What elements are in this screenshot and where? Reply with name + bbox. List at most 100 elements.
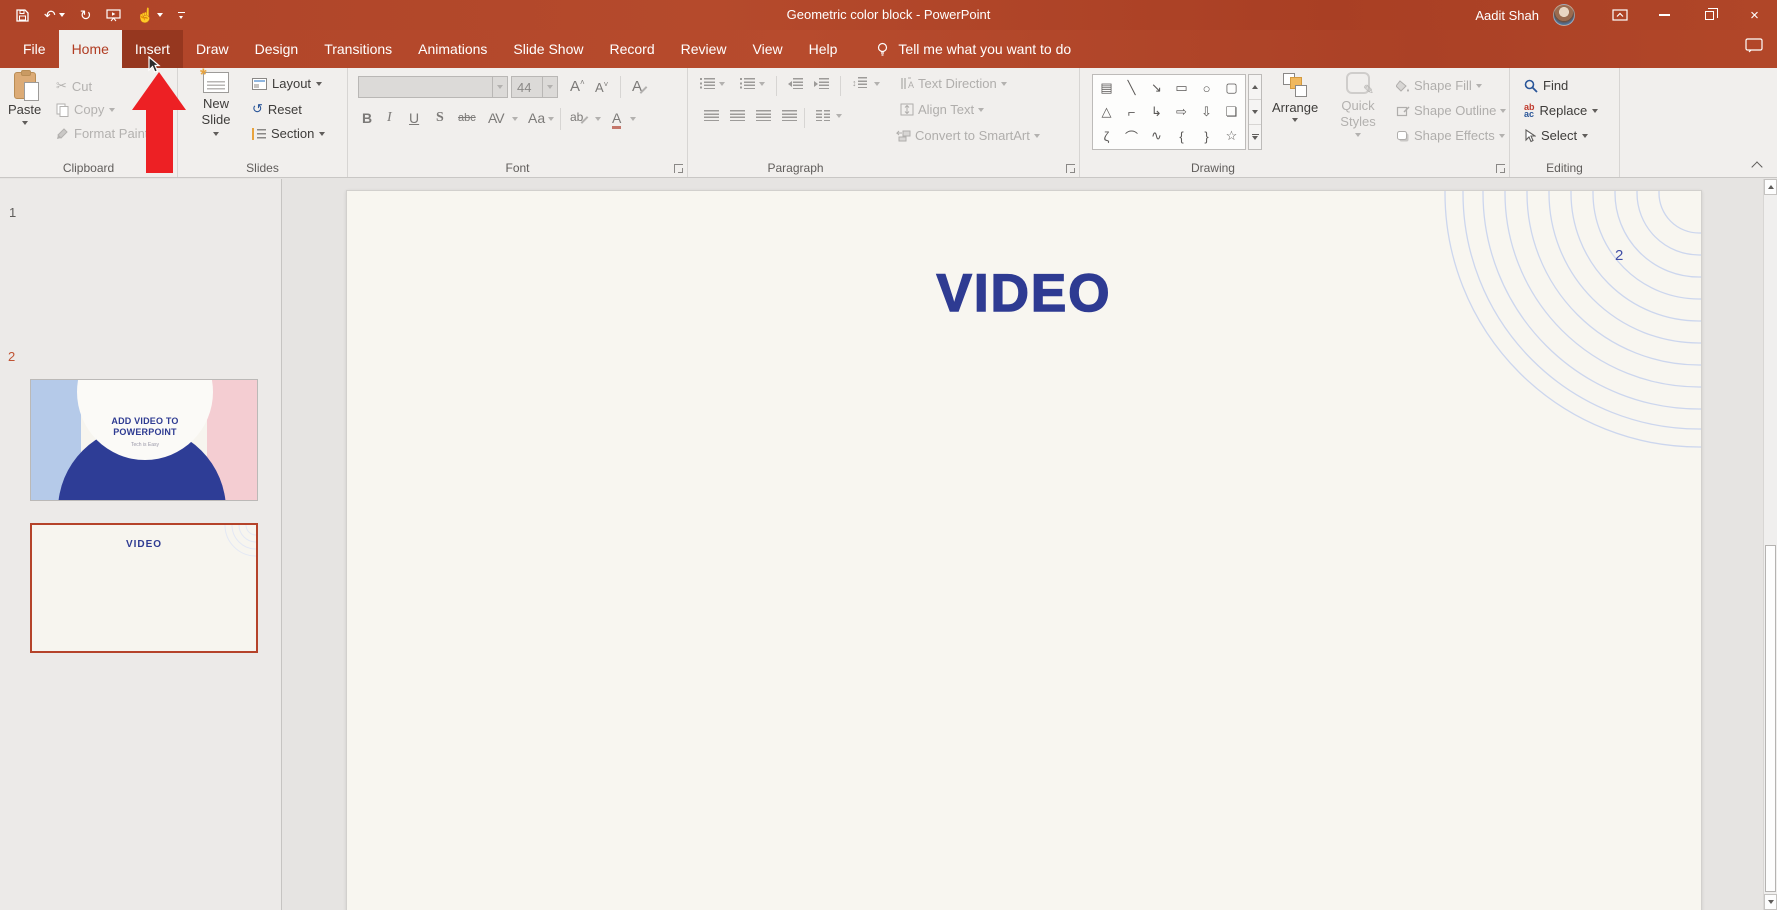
font-name-dropdown[interactable]: [493, 76, 508, 98]
shapes-gallery-more-button[interactable]: [1249, 125, 1261, 149]
line-spacing-button[interactable]: ↕: [852, 77, 867, 88]
tab-help[interactable]: Help: [796, 30, 851, 68]
touch-mode-dropdown-caret[interactable]: [157, 13, 163, 17]
tab-review[interactable]: Review: [668, 30, 740, 68]
select-dropdown-caret[interactable]: [1582, 134, 1588, 138]
select-button[interactable]: Select: [1524, 128, 1588, 143]
shape-down-arrow-icon[interactable]: ⇩: [1194, 100, 1219, 124]
shape-elbow-connector-icon[interactable]: ⌐: [1119, 100, 1144, 124]
numbering-dropdown-caret[interactable]: [759, 82, 765, 86]
align-right-button[interactable]: [756, 110, 771, 121]
shape-line-icon[interactable]: ╲: [1119, 76, 1144, 100]
shape-outline-button[interactable]: Shape Outline: [1396, 103, 1506, 118]
font-size-combo[interactable]: 44: [511, 76, 558, 98]
replace-button[interactable]: abac Replace: [1524, 103, 1598, 118]
paste-button[interactable]: Paste: [8, 72, 41, 125]
scroll-down-button[interactable]: [1764, 894, 1777, 910]
scrollbar-thumb[interactable]: [1765, 545, 1776, 892]
arrange-dropdown-caret[interactable]: [1292, 118, 1298, 122]
bold-button[interactable]: B: [362, 110, 372, 126]
shrink-font-button[interactable]: A˅: [595, 80, 608, 95]
save-button[interactable]: [16, 9, 29, 22]
align-text-dropdown-caret[interactable]: [978, 108, 984, 112]
text-shadow-button[interactable]: S: [436, 110, 444, 126]
character-spacing-button[interactable]: AV: [488, 110, 504, 126]
shape-text-box-icon[interactable]: ▤: [1094, 76, 1119, 100]
shape-rectangle-icon[interactable]: ▭: [1169, 76, 1194, 100]
slide-canvas[interactable]: 2 VIDEO: [346, 190, 1702, 910]
redo-button[interactable]: ↻: [80, 8, 92, 22]
decrease-indent-button[interactable]: [788, 78, 803, 89]
shape-effects-button[interactable]: Shape Effects: [1396, 128, 1505, 143]
font-size-value[interactable]: 44: [511, 76, 543, 98]
new-slide-button[interactable]: * New Slide: [188, 72, 244, 136]
shape-rounded-rectangle-icon[interactable]: ▢: [1219, 76, 1244, 100]
layout-button[interactable]: Layout: [252, 76, 322, 91]
font-name-value[interactable]: [358, 76, 493, 98]
account-name[interactable]: Aadit Shah: [1475, 8, 1539, 23]
font-color-button[interactable]: A: [612, 110, 621, 126]
font-name-combo[interactable]: [358, 76, 508, 98]
paste-dropdown-caret[interactable]: [22, 121, 28, 125]
shape-right-brace-icon[interactable]: }: [1194, 124, 1219, 148]
slide-1-thumbnail[interactable]: ADD VIDEO TO POWERPOINT Tech is Easy: [30, 379, 258, 501]
section-button[interactable]: Section: [252, 126, 325, 141]
tab-animations[interactable]: Animations: [405, 30, 500, 68]
shape-oval-icon[interactable]: ○: [1194, 76, 1219, 100]
change-case-dropdown-caret[interactable]: [548, 117, 554, 121]
new-slide-dropdown-caret[interactable]: [213, 132, 219, 136]
slide-title-text[interactable]: VIDEO: [347, 263, 1701, 324]
paragraph-dialog-launcher[interactable]: [1066, 164, 1075, 173]
text-highlight-dropdown-caret[interactable]: [595, 117, 601, 121]
cut-button[interactable]: ✂ Cut: [56, 78, 92, 94]
tab-home[interactable]: Home: [59, 30, 122, 68]
format-painter-button[interactable]: Format Painter: [56, 126, 150, 141]
shapes-scroll-up-button[interactable]: [1249, 75, 1261, 100]
shape-fill-button[interactable]: Shape Fill: [1396, 78, 1482, 93]
scroll-up-button[interactable]: [1764, 179, 1777, 195]
ribbon-display-options-button[interactable]: [1597, 0, 1642, 30]
find-button[interactable]: Find: [1524, 78, 1568, 93]
text-direction-button[interactable]: A Text Direction: [900, 76, 1007, 91]
comments-button[interactable]: [1745, 38, 1763, 58]
text-highlight-button[interactable]: ab: [570, 110, 589, 124]
justify-button[interactable]: [782, 110, 797, 121]
font-dialog-launcher[interactable]: [674, 164, 683, 173]
vertical-scrollbar[interactable]: [1763, 179, 1777, 910]
columns-button[interactable]: [816, 110, 830, 121]
tab-record[interactable]: Record: [596, 30, 667, 68]
increase-indent-button[interactable]: [814, 78, 829, 89]
copy-button[interactable]: Copy: [56, 102, 115, 117]
italic-button[interactable]: I: [387, 110, 392, 126]
reset-button[interactable]: ↺ Reset: [252, 101, 302, 117]
shape-left-brace-icon[interactable]: {: [1169, 124, 1194, 148]
shape-scribble-icon[interactable]: ζ: [1094, 124, 1119, 148]
text-direction-dropdown-caret[interactable]: [1001, 82, 1007, 86]
tab-design[interactable]: Design: [242, 30, 312, 68]
line-spacing-dropdown-caret[interactable]: [874, 82, 880, 86]
drawing-dialog-launcher[interactable]: [1496, 164, 1505, 173]
font-size-dropdown[interactable]: [543, 76, 558, 98]
convert-to-smartart-dropdown-caret[interactable]: [1034, 134, 1040, 138]
layout-dropdown-caret[interactable]: [316, 82, 322, 86]
shape-effects-dropdown-caret[interactable]: [1499, 134, 1505, 138]
touch-mouse-mode-button[interactable]: ☝: [136, 8, 162, 22]
customize-qat-button[interactable]: [178, 12, 185, 19]
minimize-button[interactable]: [1642, 0, 1687, 30]
shape-fill-dropdown-caret[interactable]: [1476, 84, 1482, 88]
tell-me-search[interactable]: Tell me what you want to do: [876, 30, 1071, 68]
grow-font-button[interactable]: A˄: [570, 78, 585, 95]
quick-styles-dropdown-caret[interactable]: [1355, 133, 1361, 137]
numbering-button[interactable]: [740, 78, 755, 89]
shape-triangle-icon[interactable]: △: [1094, 100, 1119, 124]
change-case-button[interactable]: Aa: [528, 110, 545, 126]
clear-formatting-button[interactable]: A: [632, 78, 648, 95]
replace-dropdown-caret[interactable]: [1592, 109, 1598, 113]
tab-file[interactable]: File: [10, 30, 59, 68]
shape-line-arrow-icon[interactable]: ↘: [1144, 76, 1169, 100]
strikethrough-button[interactable]: abc: [458, 112, 476, 124]
align-center-button[interactable]: [730, 110, 745, 121]
undo-dropdown-caret[interactable]: [59, 13, 65, 17]
font-color-dropdown-caret[interactable]: [630, 117, 636, 121]
copy-dropdown-caret[interactable]: [109, 108, 115, 112]
